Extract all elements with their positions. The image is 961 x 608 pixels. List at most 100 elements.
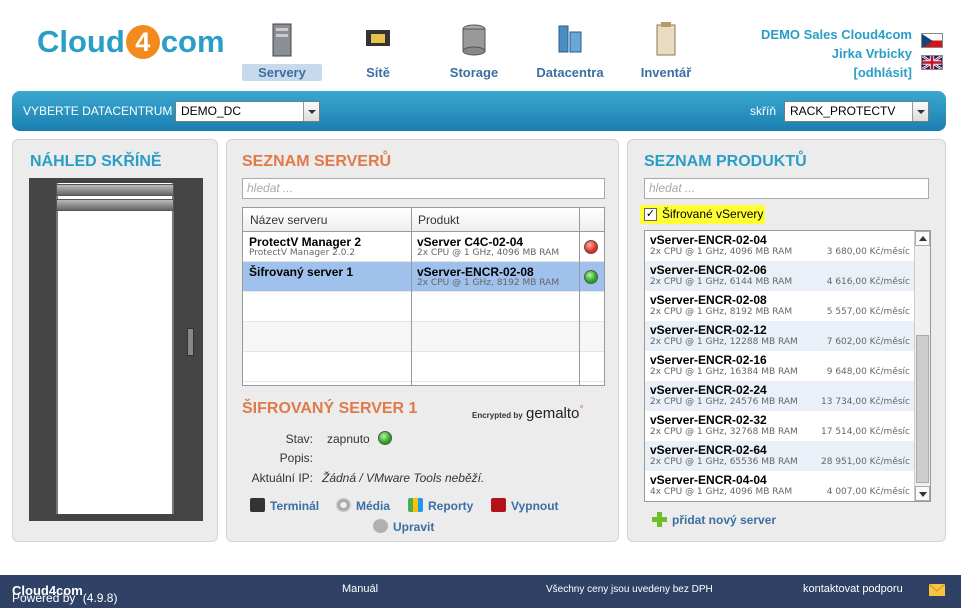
product-search-input[interactable]: hledat ... — [644, 178, 929, 199]
server-detail-title: ŠIFROVANÝ SERVER 1 — [242, 400, 418, 417]
server-subtitle: ProtectV Manager 2.0.2 — [249, 248, 356, 258]
contact-support-link[interactable]: kontaktovat podporu — [803, 583, 903, 595]
column-divider — [579, 208, 580, 385]
server-name: Šifrovaný server 1 — [249, 265, 354, 279]
encrypted-filter-label: Šifrované vServery — [662, 207, 764, 221]
scroll-thumb[interactable] — [916, 335, 929, 483]
list-item[interactable]: vServer-ENCR-02-16 2x CPU @ 1 GHz, 16384 … — [645, 351, 914, 381]
product-spec: 2x CPU @ 1 GHz, 65536 MB RAM — [650, 457, 798, 467]
terminal-label: Terminál — [270, 499, 320, 513]
nav-inventory[interactable]: Inventář — [626, 20, 706, 81]
rack-image — [29, 178, 203, 521]
encrypted-filter-checkbox[interactable]: ✓ — [644, 208, 657, 221]
product-name: vServer-ENCR-02-16 — [650, 353, 767, 367]
list-item[interactable]: vServer-ENCR-04-04 4x CPU @ 1 GHz, 4096 M… — [645, 471, 914, 501]
storage-icon — [462, 24, 486, 56]
add-server-label: přidat nový server — [672, 513, 777, 527]
encrypted-filter[interactable]: ✓ Šifrované vServery — [640, 205, 765, 224]
list-item[interactable]: vServer-ENCR-02-04 2x CPU @ 1 GHz, 4096 M… — [645, 231, 914, 261]
flag-cz-icon[interactable] — [921, 33, 943, 48]
col-server-name[interactable]: Název serveru — [250, 213, 327, 227]
rack-select[interactable]: RACK_PROTECTV — [784, 101, 929, 122]
nav-datacenters-label: Datacentra — [536, 65, 604, 80]
reports-label: Reporty — [428, 499, 474, 513]
footer-powered: Powered by Cloud4com (4.9.8) — [12, 583, 117, 605]
vat-note: Všechny ceny jsou uvedeny bez DPH — [546, 584, 713, 595]
list-item[interactable]: vServer-ENCR-02-24 2x CPU @ 1 GHz, 24576 … — [645, 381, 914, 411]
status-off-icon — [584, 240, 598, 254]
nav-datacenters[interactable]: Datacentra — [530, 20, 610, 81]
stop-icon — [491, 498, 506, 512]
list-item[interactable]: vServer-ENCR-02-12 2x CPU @ 1 GHz, 12288 … — [645, 321, 914, 351]
server-table: Název serveru Produkt ProtectV Manager 2… — [242, 207, 605, 386]
table-row[interactable]: ProtectV Manager 2 ProtectV Manager 2.0.… — [243, 232, 604, 262]
edit-button[interactable]: Upravit — [373, 519, 434, 534]
chevron-down-icon[interactable] — [912, 102, 928, 121]
server-search-input[interactable]: hledat ... — [242, 178, 605, 199]
product-spec: 2x CPU @ 1 GHz, 12288 MB RAM — [650, 337, 798, 347]
datacenter-label: VYBERTE DATACENTRUM — [23, 104, 173, 118]
logo[interactable]: Cloud 4 com — [37, 24, 225, 60]
nav-servers[interactable]: Servery — [242, 20, 322, 81]
table-row-empty — [243, 352, 604, 382]
flag-uk-icon[interactable] — [921, 55, 943, 70]
logout-link[interactable]: [odhlásit] — [761, 63, 913, 82]
list-item[interactable]: vServer-ENCR-02-08 2x CPU @ 1 GHz, 8192 M… — [645, 291, 914, 321]
product-price: 13 734,00 Kč/měsíc — [821, 397, 910, 407]
chevron-down-icon[interactable] — [303, 102, 319, 121]
terminal-button[interactable]: Terminál — [250, 498, 319, 513]
list-item[interactable]: vServer-ENCR-02-06 2x CPU @ 1 GHz, 6144 M… — [645, 261, 914, 291]
chart-icon — [408, 498, 423, 512]
server-table-header: Název serveru Produkt — [243, 208, 604, 232]
product-spec: 2x CPU @ 1 GHz, 24576 MB RAM — [650, 397, 798, 407]
rack-select-value: RACK_PROTECTV — [790, 104, 896, 118]
manual-link[interactable]: Manuál — [342, 583, 378, 595]
disc-icon — [336, 498, 351, 512]
rack-unit[interactable] — [56, 199, 174, 211]
product-spec: 4x CPU @ 1 GHz, 4096 MB RAM — [650, 487, 793, 497]
column-divider — [411, 208, 412, 385]
scroll-up-button[interactable] — [915, 231, 930, 246]
status-on-icon — [378, 431, 392, 445]
product-list-title: SEZNAM PRODUKTŮ — [644, 153, 807, 170]
state-label: Stav: — [285, 432, 313, 446]
table-row-empty — [243, 322, 604, 352]
edit-label: Upravit — [393, 520, 435, 534]
server-product: vServer-ENCR-02-08 — [417, 265, 534, 279]
list-item[interactable]: vServer-ENCR-02-32 2x CPU @ 1 GHz, 32768 … — [645, 411, 914, 441]
state-value: zapnuto — [327, 432, 370, 446]
shutdown-button[interactable]: Vypnout — [491, 498, 559, 513]
media-button[interactable]: Média — [336, 498, 390, 513]
wrench-icon — [373, 519, 388, 533]
product-list-scrollbar[interactable] — [914, 231, 930, 501]
list-item[interactable]: vServer-ENCR-02-64 2x CPU @ 1 GHz, 65536 … — [645, 441, 914, 471]
add-server-button[interactable]: přidat nový server — [652, 512, 776, 527]
rack-unit[interactable] — [56, 184, 174, 196]
datacenter-select[interactable]: DEMO_DC — [175, 101, 320, 122]
arrow-up-icon — [919, 236, 927, 241]
product-price: 7 602,00 Kč/měsíc — [826, 337, 910, 347]
table-row[interactable]: Šifrovaný server 1 vServer-ENCR-02-08 2x… — [243, 262, 604, 292]
shutdown-label: Vypnout — [511, 499, 559, 513]
gemalto-brand: gemalto — [526, 405, 580, 422]
product-name: vServer-ENCR-02-24 — [650, 383, 767, 397]
product-price: 9 648,00 Kč/měsíc — [826, 367, 910, 377]
reports-button[interactable]: Reporty — [408, 498, 473, 513]
ip-value: Žádná / VMware Tools neběží. — [322, 471, 485, 485]
product-name: vServer-ENCR-02-64 — [650, 443, 767, 457]
product-spec: 2x CPU @ 1 GHz, 4096 MB RAM — [650, 247, 793, 257]
table-row-empty — [243, 292, 604, 322]
nav-networks-label: Sítě — [366, 65, 390, 80]
col-product[interactable]: Produkt — [418, 213, 459, 227]
nav-storage[interactable]: Storage — [434, 20, 514, 81]
nav-networks[interactable]: Sítě — [338, 20, 418, 81]
mail-icon[interactable] — [929, 584, 945, 596]
user-name: Jirka Vrbicky — [831, 46, 912, 61]
plus-icon — [652, 512, 667, 527]
product-spec: 2x CPU @ 1 GHz, 16384 MB RAM — [650, 367, 798, 377]
datacenter-select-value: DEMO_DC — [181, 104, 242, 118]
scroll-down-button[interactable] — [915, 486, 930, 501]
product-price: 4 007,00 Kč/měsíc — [826, 487, 910, 497]
nav-servers-label: Servery — [242, 64, 322, 81]
user-box: DEMO Sales Cloud4com Jirka Vrbicky [odhl… — [761, 25, 912, 82]
